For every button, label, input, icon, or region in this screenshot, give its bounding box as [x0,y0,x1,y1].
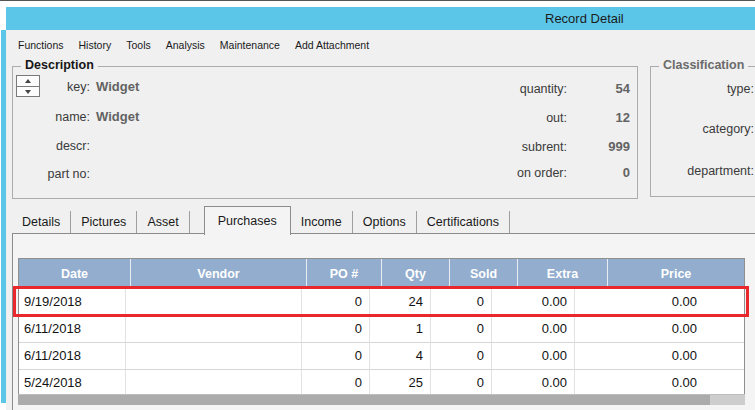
screen-top-edge [0,0,755,1]
column-header-qty[interactable]: Qty [382,259,450,289]
menu-analysis[interactable]: Analysis [166,39,205,51]
on-order-value: 0 [572,165,630,180]
out-label: out: [430,111,567,125]
cell-extra: 0.00 [492,289,575,315]
menu-history[interactable]: History [79,39,112,51]
cell-sold: 0 [431,316,492,342]
subrent-value: 999 [572,139,630,154]
table-row-3[interactable]: 6/11/2018 0 4 0 0.00 0.00 [19,343,744,370]
cell-price: 0.00 [575,316,704,342]
cell-sold: 0 [431,370,492,396]
column-header-vendor[interactable]: Vendor [131,259,307,289]
cell-price: 0.00 [575,343,704,369]
subrent-label: subrent: [430,140,567,154]
cell-extra: 0.00 [492,370,575,396]
descr-label: descr: [28,139,90,153]
cell-vendor [126,370,302,396]
menu-bar: Functions History Tools Analysis Mainten… [18,37,369,52]
cell-date: 6/11/2018 [19,316,126,342]
cell-extra: 0.00 [492,316,575,342]
tab-certifications[interactable]: Certifications [417,211,510,234]
cell-qty: 4 [370,343,431,369]
category-label: category: [630,122,754,136]
window-title: Record Detail [545,7,624,30]
cell-date: 6/11/2018 [19,343,126,369]
cell-date: 5/24/2018 [19,370,126,396]
cell-po: 0 [302,370,370,396]
on-order-label: on order: [430,166,567,180]
tab-options[interactable]: Options [353,211,417,234]
window-titlebar[interactable]: Record Detail [6,7,755,30]
menu-functions[interactable]: Functions [18,39,64,51]
out-value: 12 [572,110,630,125]
cell-vendor [126,316,302,342]
quantity-label: quantity: [430,82,567,96]
column-header-price[interactable]: Price [608,259,744,289]
name-label: name: [28,110,90,124]
table-header-row: Date Vendor PO # Qty Sold Extra Price [19,259,744,289]
cell-po: 0 [302,316,370,342]
table-row-1[interactable]: 9/19/2018 0 24 0 0.00 0.00 [19,289,744,316]
part-no-label: part no: [28,167,90,181]
tab-income[interactable]: Income [291,211,353,234]
cell-qty: 25 [370,370,431,396]
cell-extra: 0.00 [492,343,575,369]
key-value: Widget [96,79,139,94]
cell-po: 0 [302,289,370,315]
cell-vendor [126,289,302,315]
tab-pictures[interactable]: Pictures [71,211,137,234]
menu-add-attachment[interactable]: Add Attachment [295,39,369,51]
department-label: department: [630,164,754,178]
cell-date: 9/19/2018 [19,289,126,315]
key-label: key: [28,80,90,94]
cell-sold: 0 [431,343,492,369]
cell-sold: 0 [431,289,492,315]
scrollbar-thumb[interactable] [18,395,710,405]
classification-legend: Classification [659,58,748,72]
quantity-value: 54 [572,81,630,96]
menu-maintenance[interactable]: Maintenance [220,39,280,51]
tab-asset[interactable]: Asset [137,211,189,234]
description-legend: Description [21,58,98,72]
cell-po: 0 [302,343,370,369]
cell-price: 0.00 [575,289,704,315]
cell-qty: 24 [370,289,431,315]
cell-qty: 1 [370,316,431,342]
menu-tools[interactable]: Tools [126,39,151,51]
tab-details[interactable]: Details [12,211,71,234]
tab-strip: Details Pictures Asset Purchases Income … [12,202,510,234]
column-header-po[interactable]: PO # [307,259,382,289]
column-header-date[interactable]: Date [19,259,131,289]
cell-vendor [126,343,302,369]
tab-purchases[interactable]: Purchases [204,206,291,235]
type-label: type: [630,82,754,96]
column-header-extra[interactable]: Extra [518,259,608,289]
name-value: Widget [96,109,139,124]
table-row-4[interactable]: 5/24/2018 0 25 0 0.00 0.00 [19,370,744,397]
table-row-2[interactable]: 6/11/2018 0 1 0 0.00 0.00 [19,316,744,343]
cell-price: 0.00 [575,370,704,396]
purchases-table: Date Vendor PO # Qty Sold Extra Price 9/… [18,258,745,398]
column-header-sold[interactable]: Sold [450,259,518,289]
horizontal-scrollbar[interactable] [18,394,745,405]
